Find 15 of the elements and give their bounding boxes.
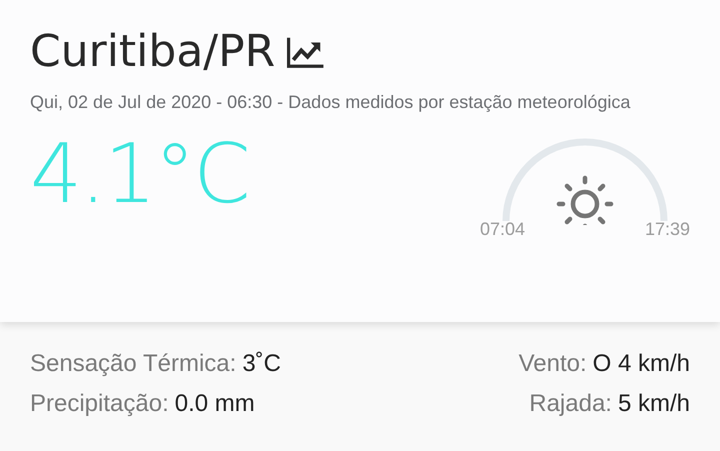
stat-label: Vento: — [518, 350, 587, 378]
date-subtitle: Qui, 02 de Jul de 2020 - 06:30 - Dados medidos por estação meteorológica — [30, 91, 632, 114]
sunrise-time: 07:04 — [480, 219, 526, 240]
stat-label: Rajada: — [529, 390, 612, 418]
stat-label: Precipitação: — [30, 390, 169, 418]
stat-value: O 4 km/h — [592, 350, 690, 378]
stat-value: 5 km/h — [618, 390, 690, 418]
stat-label: Sensação Térmica: — [30, 350, 236, 378]
sun-icon — [556, 176, 614, 225]
temperature: 4.1°C — [30, 134, 249, 216]
sunset-time: 17:39 — [644, 219, 690, 240]
city-title: Curitiba/PR — [30, 26, 276, 77]
trend-chart-icon[interactable] — [287, 36, 326, 68]
stat-value: 0.0 mm — [174, 390, 255, 418]
stat-value: 3˚C — [242, 350, 281, 378]
